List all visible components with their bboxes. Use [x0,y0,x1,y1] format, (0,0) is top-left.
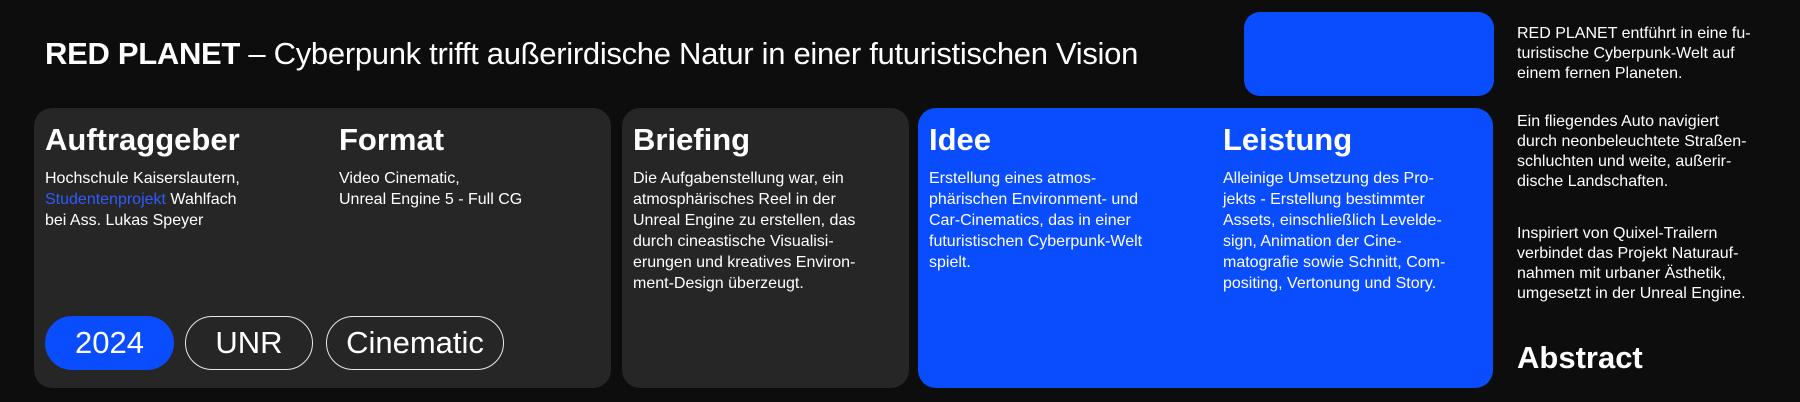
idea-line: spielt. [929,254,971,271]
format-line-1: Video Cinematic, [339,170,460,187]
idea-line: futuristischen Cyberpunk-Welt [929,233,1143,250]
abstract-line: Inspiriert von Quixel-Trailern [1517,225,1718,242]
service-line: positing, Vertonung und Story. [1223,275,1437,292]
client-heading: Auftraggeber [45,122,240,157]
client-line-2: Wahlfach [165,191,237,208]
abstract-line: durch neonbeleuchtete Straßen- [1517,133,1747,150]
briefing-line: ment-Design überzeugt. [633,275,804,292]
service-line: sign, Animation der Cine- [1223,233,1402,250]
format-heading: Format [339,122,445,157]
abstract-line: nahmen mit urbaner Ästhetik, [1517,265,1726,282]
briefing-line: durch cineastische Visualisi- [633,233,834,250]
page-title: RED PLANET – Cyberpunk trifft außerirdis… [45,36,1138,72]
abstract-line: einem fernen Planeten. [1517,65,1683,82]
tag-year[interactable]: 2024 [45,316,174,370]
idea-service-panel: Idee Erstellung eines atmos- phärischen … [918,108,1493,388]
briefing-line: Die Aufgabenstellung war, ein [633,170,844,187]
idea-heading: Idee [929,122,992,157]
title-bold: RED PLANET [45,36,241,71]
client-line-3: bei Ass. Lukas Speyer [45,212,204,229]
client-line-1: Hochschule Kaiserslautern, [45,170,240,187]
abstract-line: Ein fliegendes Auto navigiert [1517,113,1719,130]
briefing-heading: Briefing [633,122,751,157]
service-line: Alleinige Umsetzung des Pro- [1223,170,1434,187]
title-rest: – Cyberpunk trifft außerirdische Natur i… [240,36,1139,71]
abstract-line: turistische Cyberpunk-Welt auf [1517,45,1735,62]
briefing-line: Unreal Engine zu erstellen, das [633,212,856,229]
briefing-line: atmosphärisches Reel in der [633,191,836,208]
idea-text: Erstellung eines atmos- phärischen Envir… [929,168,1142,273]
service-line: matografie sowie Schnitt, Com- [1223,254,1446,271]
tag-cinematic[interactable]: Cinematic [326,316,504,370]
studentenprojekt-link[interactable]: Studentenprojekt [45,191,166,208]
service-line: jekts - Erstellung bestimmter [1223,191,1425,208]
idea-line: phärischen Environment- und [929,191,1139,208]
abstract-line: dische Landschaften. [1517,173,1669,190]
abstract-paragraph-1: RED PLANET entführt in eine fu- turistis… [1517,24,1787,84]
abstract-line: schluchten und weite, außerir- [1517,153,1732,170]
service-line: Assets, einschließlich Levelde- [1223,212,1442,229]
format-text: Video Cinematic, Unreal Engine 5 - Full … [339,168,522,210]
format-line-2: Unreal Engine 5 - Full CG [339,191,523,208]
service-heading: Leistung [1223,122,1353,157]
abstract-line: RED PLANET entführt in eine fu- [1517,25,1751,42]
abstract-heading: Abstract [1517,340,1643,375]
tag-unr[interactable]: UNR [185,316,313,370]
briefing-line: erungen und kreatives Environ- [633,254,856,271]
service-text: Alleinige Umsetzung des Pro- jekts - Ers… [1223,168,1445,294]
accent-block [1244,12,1494,96]
abstract-paragraph-2: Ein fliegendes Auto navigiert durch neon… [1517,112,1787,192]
abstract-line: verbindet das Projekt Naturauf- [1517,245,1739,262]
abstract-paragraph-3: Inspiriert von Quixel-Trailern verbindet… [1517,224,1787,304]
client-format-panel: Auftraggeber Hochschule Kaiserslautern, … [34,108,611,388]
client-text: Hochschule Kaiserslautern, Studentenproj… [45,168,240,231]
idea-line: Car-Cinematics, das in einer [929,212,1131,229]
briefing-panel: Briefing Die Aufgabenstellung war, ein a… [622,108,909,388]
abstract-line: umgesetzt in der Unreal Engine. [1517,285,1746,302]
idea-line: Erstellung eines atmos- [929,170,1097,187]
briefing-text: Die Aufgabenstellung war, ein atmosphäri… [633,168,855,294]
